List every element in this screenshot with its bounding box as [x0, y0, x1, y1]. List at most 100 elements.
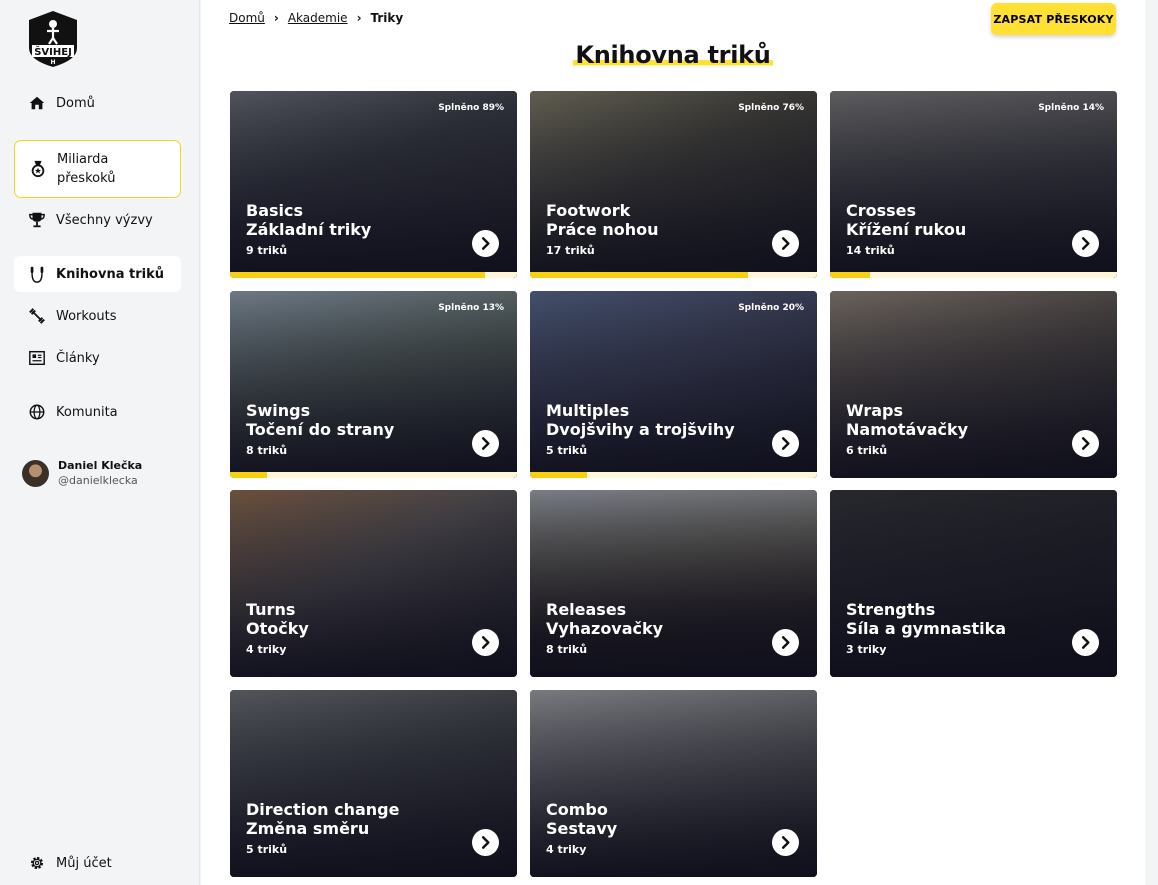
nav-workouts-label: Workouts	[56, 308, 117, 324]
card-title: Basics Základní triky	[246, 201, 371, 239]
card-title-en: Strengths	[846, 600, 936, 619]
card-title-cz: Základní triky	[246, 220, 372, 239]
arrow-right-icon[interactable]	[772, 629, 799, 656]
card-trick-count: 5 triků	[546, 444, 588, 457]
nav-all-challenges[interactable]: Všechny výzvy	[14, 202, 181, 238]
card-trick-count: 4 triky	[246, 643, 287, 656]
card-trick-count: 3 triky	[846, 643, 887, 656]
trick-card-strengths[interactable]: Strengths Síla a gymnastika 3 triky	[830, 490, 1117, 677]
card-title: Multiples Dvojšvihy a trojšvihy	[546, 401, 735, 439]
sidebar: ŠVIHEJ H Domů Miliarda přeskoků Všechny …	[0, 0, 200, 885]
card-title: Crosses Křížení rukou	[846, 201, 966, 239]
breadcrumb-home-link[interactable]: Domů	[229, 11, 265, 25]
nav-articles[interactable]: Články	[14, 340, 181, 376]
card-title-en: Combo	[546, 800, 608, 819]
svihej-logo[interactable]: ŠVIHEJ H	[27, 10, 79, 68]
card-progress-label: Splněno 89%	[438, 103, 504, 113]
card-title: Footwork Práce nohou	[546, 201, 658, 239]
card-title-en: Releases	[546, 600, 627, 619]
nav-workouts[interactable]: Workouts	[14, 298, 181, 334]
arrow-right-icon[interactable]	[472, 430, 499, 457]
card-title-cz: Točení do strany	[246, 420, 395, 439]
card-title: Direction change Změna směru	[246, 800, 399, 838]
trick-card-basics[interactable]: Splněno 89% Basics Základní triky 9 triků	[230, 91, 517, 278]
breadcrumb: Domů › Akademie › Triky	[229, 11, 403, 25]
card-title-en: Multiples	[546, 401, 630, 420]
nav-trick-library-label: Knihovna triků	[56, 266, 164, 282]
card-title-cz: Práce nohou	[546, 220, 659, 239]
card-trick-count: 8 triků	[246, 444, 288, 457]
card-progress-bar	[830, 272, 1117, 278]
svg-text:H: H	[50, 59, 55, 66]
card-progress-label: Splněno 20%	[738, 303, 804, 313]
globe-icon	[27, 402, 47, 422]
arrow-right-icon[interactable]	[1072, 430, 1099, 457]
card-progress-label: Splněno 14%	[1038, 103, 1104, 113]
card-progress-fill	[230, 472, 268, 478]
card-title-cz: Otočky	[246, 619, 309, 638]
nav-billion-jumps-challenge[interactable]: Miliarda přeskoků	[14, 140, 181, 198]
card-trick-count: 14 triků	[846, 244, 895, 257]
card-title-cz: Křížení rukou	[846, 220, 967, 239]
card-trick-count: 8 triků	[546, 643, 588, 656]
card-title-cz: Změna směru	[246, 819, 370, 838]
settings-icon	[27, 853, 47, 873]
avatar	[22, 459, 49, 487]
svg-text:ŠVIHEJ: ŠVIHEJ	[34, 45, 72, 58]
user-profile[interactable]: Daniel Klečka @danielklecka	[22, 458, 142, 488]
trick-card-footwork[interactable]: Splněno 76% Footwork Práce nohou 17 triků	[530, 91, 817, 278]
trick-card-direction-change[interactable]: Direction change Změna směru 5 triků	[230, 690, 517, 877]
arrow-right-icon[interactable]	[772, 829, 799, 856]
card-title-en: Wraps	[846, 401, 904, 420]
trick-card-swings[interactable]: Splněno 13% Swings Točení do strany 8 triků	[230, 291, 517, 478]
card-title-en: Swings	[246, 401, 311, 420]
scrollbar[interactable]	[1145, 0, 1158, 885]
trick-card-turns[interactable]: Turns Otočky 4 triky	[230, 490, 517, 677]
arrow-right-icon[interactable]	[472, 629, 499, 656]
breadcrumb-academy-link[interactable]: Akademie	[288, 11, 348, 25]
nav-my-account[interactable]: Můj účet	[14, 845, 181, 881]
chevron-right-icon: ›	[356, 11, 362, 25]
nav-community-label: Komunita	[56, 404, 118, 420]
arrow-right-icon[interactable]	[772, 430, 799, 457]
trick-card-multiples[interactable]: Splněno 20% Multiples Dvojšvihy a trojšvih…	[530, 291, 817, 478]
card-progress-fill	[530, 472, 588, 478]
card-title: Releases Vyhazovačky	[546, 600, 663, 638]
trick-card-crosses[interactable]: Splněno 14% Crosses Křížení rukou 14 triků	[830, 91, 1117, 278]
card-progress-bar	[530, 472, 817, 478]
card-trick-count: 6 triků	[846, 444, 888, 457]
card-title-en: Footwork	[546, 201, 631, 220]
nav-home[interactable]: Domů	[14, 85, 181, 121]
card-progress-bar	[230, 472, 517, 478]
nav-my-account-label: Můj účet	[56, 855, 112, 871]
nav-home-label: Domů	[56, 95, 95, 111]
card-title-cz: Síla a gymnastika	[846, 619, 1007, 638]
profile-handle: @danielklecka	[58, 474, 138, 487]
trick-card-combo[interactable]: Combo Sestavy 4 triky	[530, 690, 817, 877]
card-title-en: Turns	[246, 600, 296, 619]
card-progress-fill	[830, 272, 871, 278]
card-trick-count: 17 triků	[546, 244, 595, 257]
card-trick-count: 5 triků	[246, 843, 288, 856]
arrow-right-icon[interactable]	[472, 230, 499, 257]
card-title-en: Basics	[246, 201, 304, 220]
dumbbell-icon	[27, 306, 47, 326]
trick-card-wraps[interactable]: Wraps Namotávačky 6 triků	[830, 291, 1117, 478]
nav-community[interactable]: Komunita	[14, 394, 181, 430]
nav-trick-library[interactable]: Knihovna triků	[14, 256, 181, 292]
nav-articles-label: Články	[56, 350, 100, 366]
log-jumps-button[interactable]: ZAPSAT PŘESKOKY	[991, 3, 1116, 35]
main-content: Domů › Akademie › Triky ZAPSAT PŘESKOKY …	[201, 0, 1145, 885]
newspaper-icon	[27, 348, 47, 368]
card-title-cz: Dvojšvihy a trojšvihy	[546, 420, 735, 439]
trick-card-releases[interactable]: Releases Vyhazovačky 8 triků	[530, 490, 817, 677]
arrow-right-icon[interactable]	[1072, 629, 1099, 656]
nav-challenge-label: Miliarda přeskoků	[57, 152, 116, 186]
card-title: Turns Otočky	[246, 600, 309, 638]
arrow-right-icon[interactable]	[772, 230, 799, 257]
arrow-right-icon[interactable]	[1072, 230, 1099, 257]
arrow-right-icon[interactable]	[472, 829, 499, 856]
home-icon	[27, 93, 47, 113]
card-trick-count: 9 triků	[246, 244, 288, 257]
card-title-cz: Namotávačky	[846, 420, 969, 439]
